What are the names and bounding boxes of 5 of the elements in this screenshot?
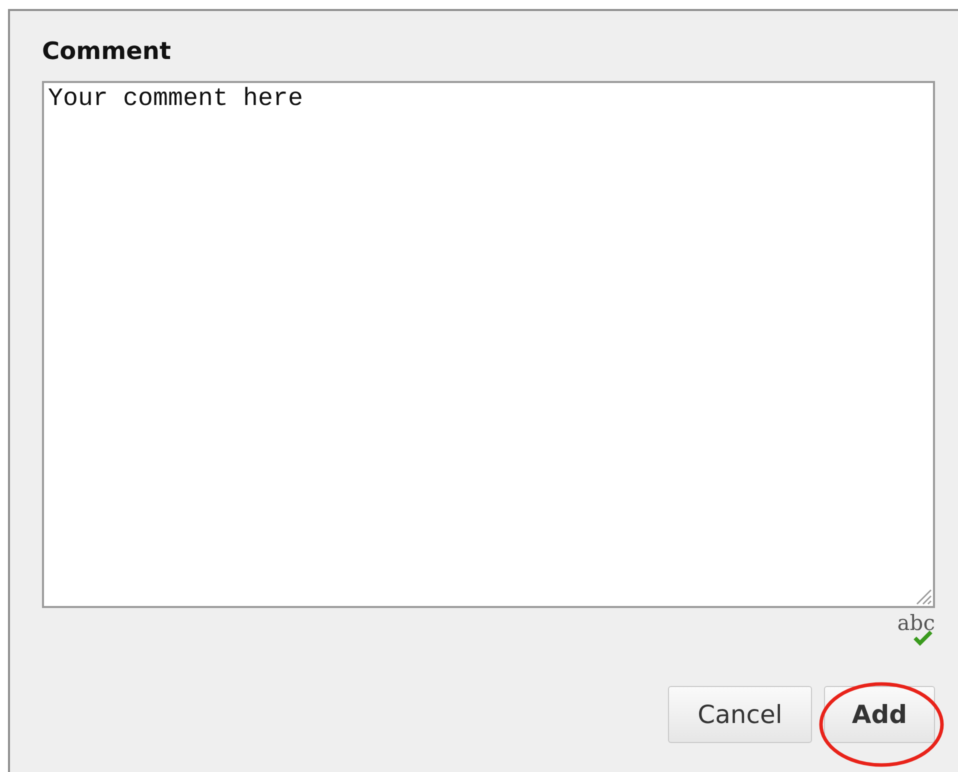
comment-heading: Comment bbox=[42, 36, 172, 67]
comment-field[interactable]: Your comment here bbox=[42, 81, 935, 608]
dialog-button[interactable]: Add bbox=[824, 686, 935, 743]
dialog-button[interactable]: Cancel bbox=[668, 686, 812, 743]
spellcheck-label: abc bbox=[897, 612, 935, 634]
